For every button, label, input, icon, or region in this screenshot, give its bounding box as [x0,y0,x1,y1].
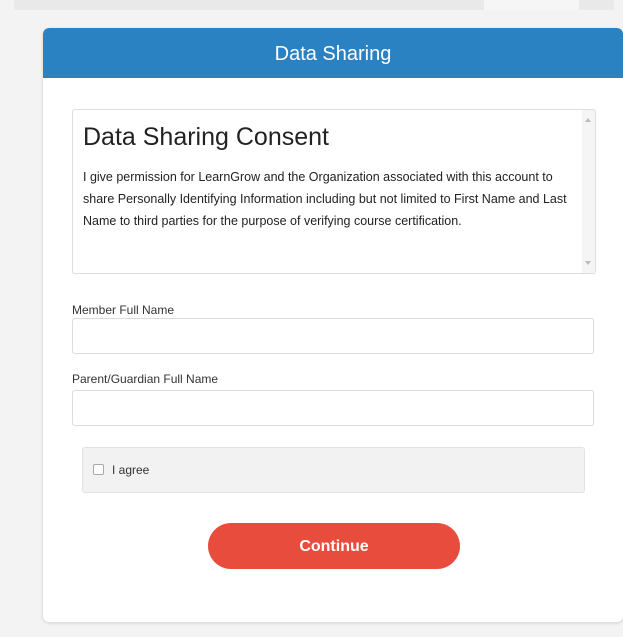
continue-button[interactable]: Continue [208,523,460,569]
background-top-strip-segment [484,0,579,10]
consent-scroll-box[interactable]: Data Sharing Consent I give permission f… [72,109,596,274]
member-full-name-input[interactable] [72,318,594,354]
scroll-down-arrow-icon[interactable] [585,261,591,265]
consent-body-text: I give permission for LearnGrow and the … [83,170,567,228]
background-top-strip [14,0,614,10]
guardian-full-name-input[interactable] [72,390,594,426]
agree-label[interactable]: I agree [112,463,149,477]
consent-heading: Data Sharing Consent [83,123,329,151]
data-sharing-modal: Data Sharing Data Sharing Consent I give… [43,28,623,622]
agree-container: I agree [82,447,585,493]
modal-header: Data Sharing [43,28,623,78]
guardian-full-name-label: Parent/Guardian Full Name [72,372,219,386]
member-full-name-label: Member Full Name [72,303,175,317]
modal-title: Data Sharing [274,43,392,65]
agree-checkbox[interactable] [93,464,104,475]
scroll-up-arrow-icon[interactable] [585,118,591,122]
consent-scrollbar[interactable] [582,110,595,273]
